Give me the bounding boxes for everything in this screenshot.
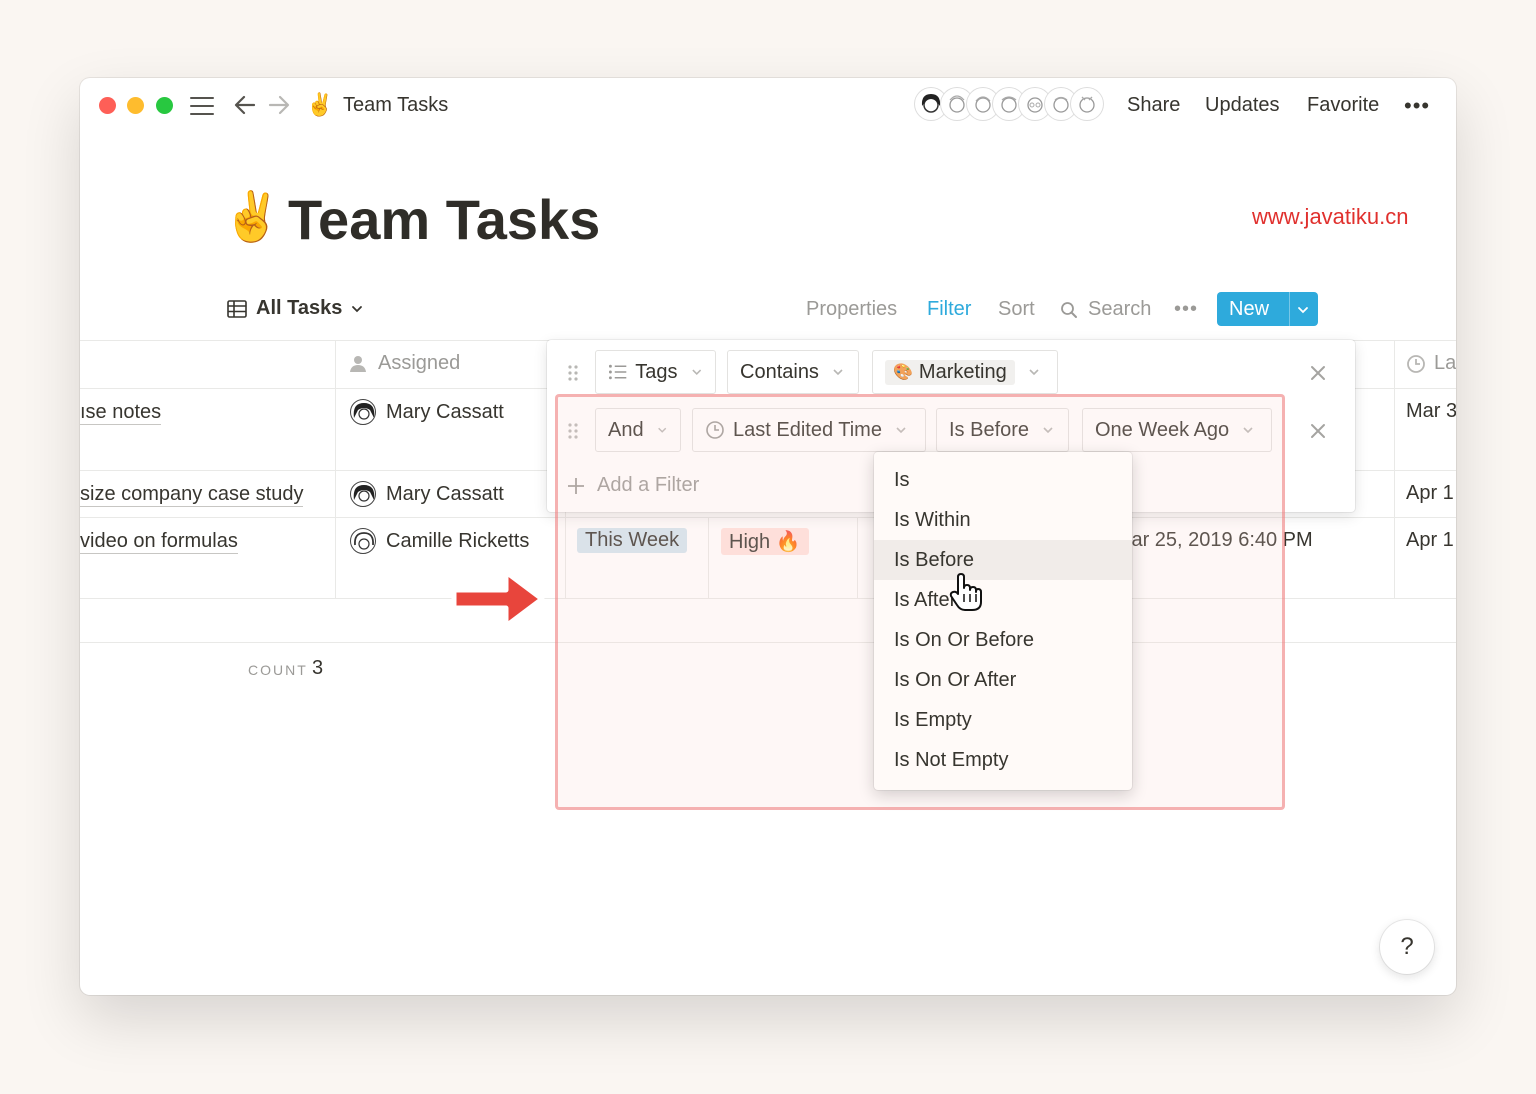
menu-option-is-after[interactable]: Is After	[874, 580, 1132, 620]
menu-option-is-on-or-before[interactable]: Is On Or Before	[874, 620, 1132, 660]
person-icon	[350, 355, 366, 372]
sort-button[interactable]: Sort	[998, 298, 1035, 321]
list-icon	[608, 364, 627, 380]
chevron-down-icon	[1243, 427, 1253, 434]
annotation-arrow-icon	[451, 569, 545, 629]
remove-filter-icon[interactable]	[1309, 364, 1327, 382]
last-edited-cell: Apr 1	[1406, 482, 1454, 504]
assignee[interactable]: Mary Cassatt	[350, 399, 504, 425]
assignee[interactable]: Camille Ricketts	[350, 528, 529, 554]
menu-option-is-not-empty[interactable]: Is Not Empty	[874, 740, 1132, 780]
search-button[interactable]: Search	[1060, 298, 1151, 321]
drag-handle-icon[interactable]	[567, 422, 579, 440]
help-button[interactable]: ?	[1380, 920, 1434, 974]
search-label: Search	[1088, 298, 1152, 320]
avatar	[350, 528, 376, 554]
avatar	[350, 399, 376, 425]
assignee[interactable]: Mary Cassatt	[350, 481, 504, 507]
avatar	[350, 481, 376, 507]
filter-conjunction-select[interactable]: And	[595, 408, 681, 452]
chevron-down-icon	[691, 369, 701, 376]
palette-icon: 🎨	[893, 364, 913, 381]
chevron-down-icon	[1043, 427, 1053, 434]
add-filter-button[interactable]: Add a Filter	[567, 474, 699, 497]
view-more-button[interactable]: •••	[1174, 298, 1198, 321]
clock-icon	[1407, 354, 1425, 373]
menu-option-is-within[interactable]: Is Within	[874, 500, 1132, 540]
share-button[interactable]: Share	[1127, 94, 1180, 117]
top-bar: ✌️ Team Tasks Share Updates Favorite •••	[80, 78, 1456, 134]
watermark-text: www.javatiku.cn	[1252, 204, 1409, 229]
chevron-down-icon	[833, 369, 843, 376]
chevron-down-icon	[1029, 369, 1039, 376]
search-icon	[1061, 301, 1077, 318]
task-title[interactable]: ıse notes	[80, 400, 162, 425]
avatar[interactable]	[1071, 88, 1103, 120]
drag-handle-icon[interactable]	[567, 364, 579, 382]
sidebar-toggle-icon[interactable]	[190, 95, 214, 117]
task-title[interactable]: video on formulas	[80, 529, 238, 554]
last-edited-cell: Mar 3	[1406, 400, 1456, 422]
operator-dropdown-menu: Is Is Within Is Before Is After Is On Or…	[874, 452, 1132, 790]
chevron-down-icon	[896, 427, 906, 434]
column-header-assigned[interactable]: Assigned	[348, 352, 460, 375]
chevron-down-icon[interactable]	[1294, 301, 1312, 319]
last-edited-cell: Apr 1	[1406, 529, 1454, 551]
created-time-cell: lar 25, 2019 6:40 PM	[1127, 529, 1313, 551]
view-selector[interactable]: All Tasks	[226, 297, 364, 320]
count-label: COUNT	[248, 662, 308, 678]
back-arrow-icon[interactable]	[232, 91, 258, 119]
count-value: 3	[312, 657, 324, 679]
new-button-label: New	[1229, 298, 1270, 320]
menu-option-is-on-or-after[interactable]: Is On Or After	[874, 660, 1132, 700]
minimize-window-button[interactable]	[127, 97, 144, 114]
table-icon	[227, 299, 247, 318]
new-button[interactable]: New	[1217, 292, 1318, 326]
filter-property-select[interactable]: Last Edited Time	[692, 408, 926, 452]
favorite-button[interactable]: Favorite	[1307, 94, 1379, 117]
marketing-tag: 🎨 Marketing	[885, 359, 1015, 385]
forward-arrow-icon[interactable]	[266, 91, 292, 119]
filter-operator-select[interactable]: Is Before	[936, 408, 1069, 452]
database-view-bar: All Tasks Properties Filter Sort Search …	[80, 290, 1456, 330]
priority-tag[interactable]: High 🔥	[721, 528, 809, 555]
page-icon[interactable]: ✌️	[222, 188, 282, 248]
task-title[interactable]: size company case study	[80, 482, 304, 507]
filter-value-select[interactable]: 🎨 Marketing	[872, 350, 1058, 394]
breadcrumb-emoji[interactable]: ✌️	[306, 92, 333, 118]
view-name: All Tasks	[256, 297, 343, 319]
maximize-window-button[interactable]	[156, 97, 173, 114]
breadcrumb-title[interactable]: Team Tasks	[343, 94, 448, 117]
menu-option-is-empty[interactable]: Is Empty	[874, 700, 1132, 740]
menu-option-is[interactable]: Is	[874, 460, 1132, 500]
properties-button[interactable]: Properties	[806, 298, 897, 321]
chevron-down-icon	[657, 427, 666, 433]
filter-operator-select[interactable]: Contains	[727, 350, 859, 394]
more-options-button[interactable]: •••	[1404, 93, 1430, 119]
filter-property-select[interactable]: Tags	[595, 350, 716, 394]
page-title[interactable]: Team Tasks	[288, 188, 600, 252]
app-window: ✌️ Team Tasks Share Updates Favorite •••…	[80, 78, 1456, 995]
menu-option-is-before[interactable]: Is Before	[874, 540, 1132, 580]
updates-button[interactable]: Updates	[1205, 94, 1280, 117]
when-tag[interactable]: This Week	[577, 528, 688, 553]
plus-icon	[568, 477, 584, 494]
remove-filter-icon[interactable]	[1309, 422, 1327, 440]
filter-button[interactable]: Filter	[927, 298, 971, 321]
close-window-button[interactable]	[99, 97, 116, 114]
hand-cursor-icon	[949, 573, 982, 611]
filter-value-select[interactable]: One Week Ago	[1082, 408, 1272, 452]
chevron-down-icon	[352, 305, 363, 312]
clock-icon	[706, 421, 724, 439]
column-header-last-edited[interactable]: La	[1406, 352, 1456, 375]
